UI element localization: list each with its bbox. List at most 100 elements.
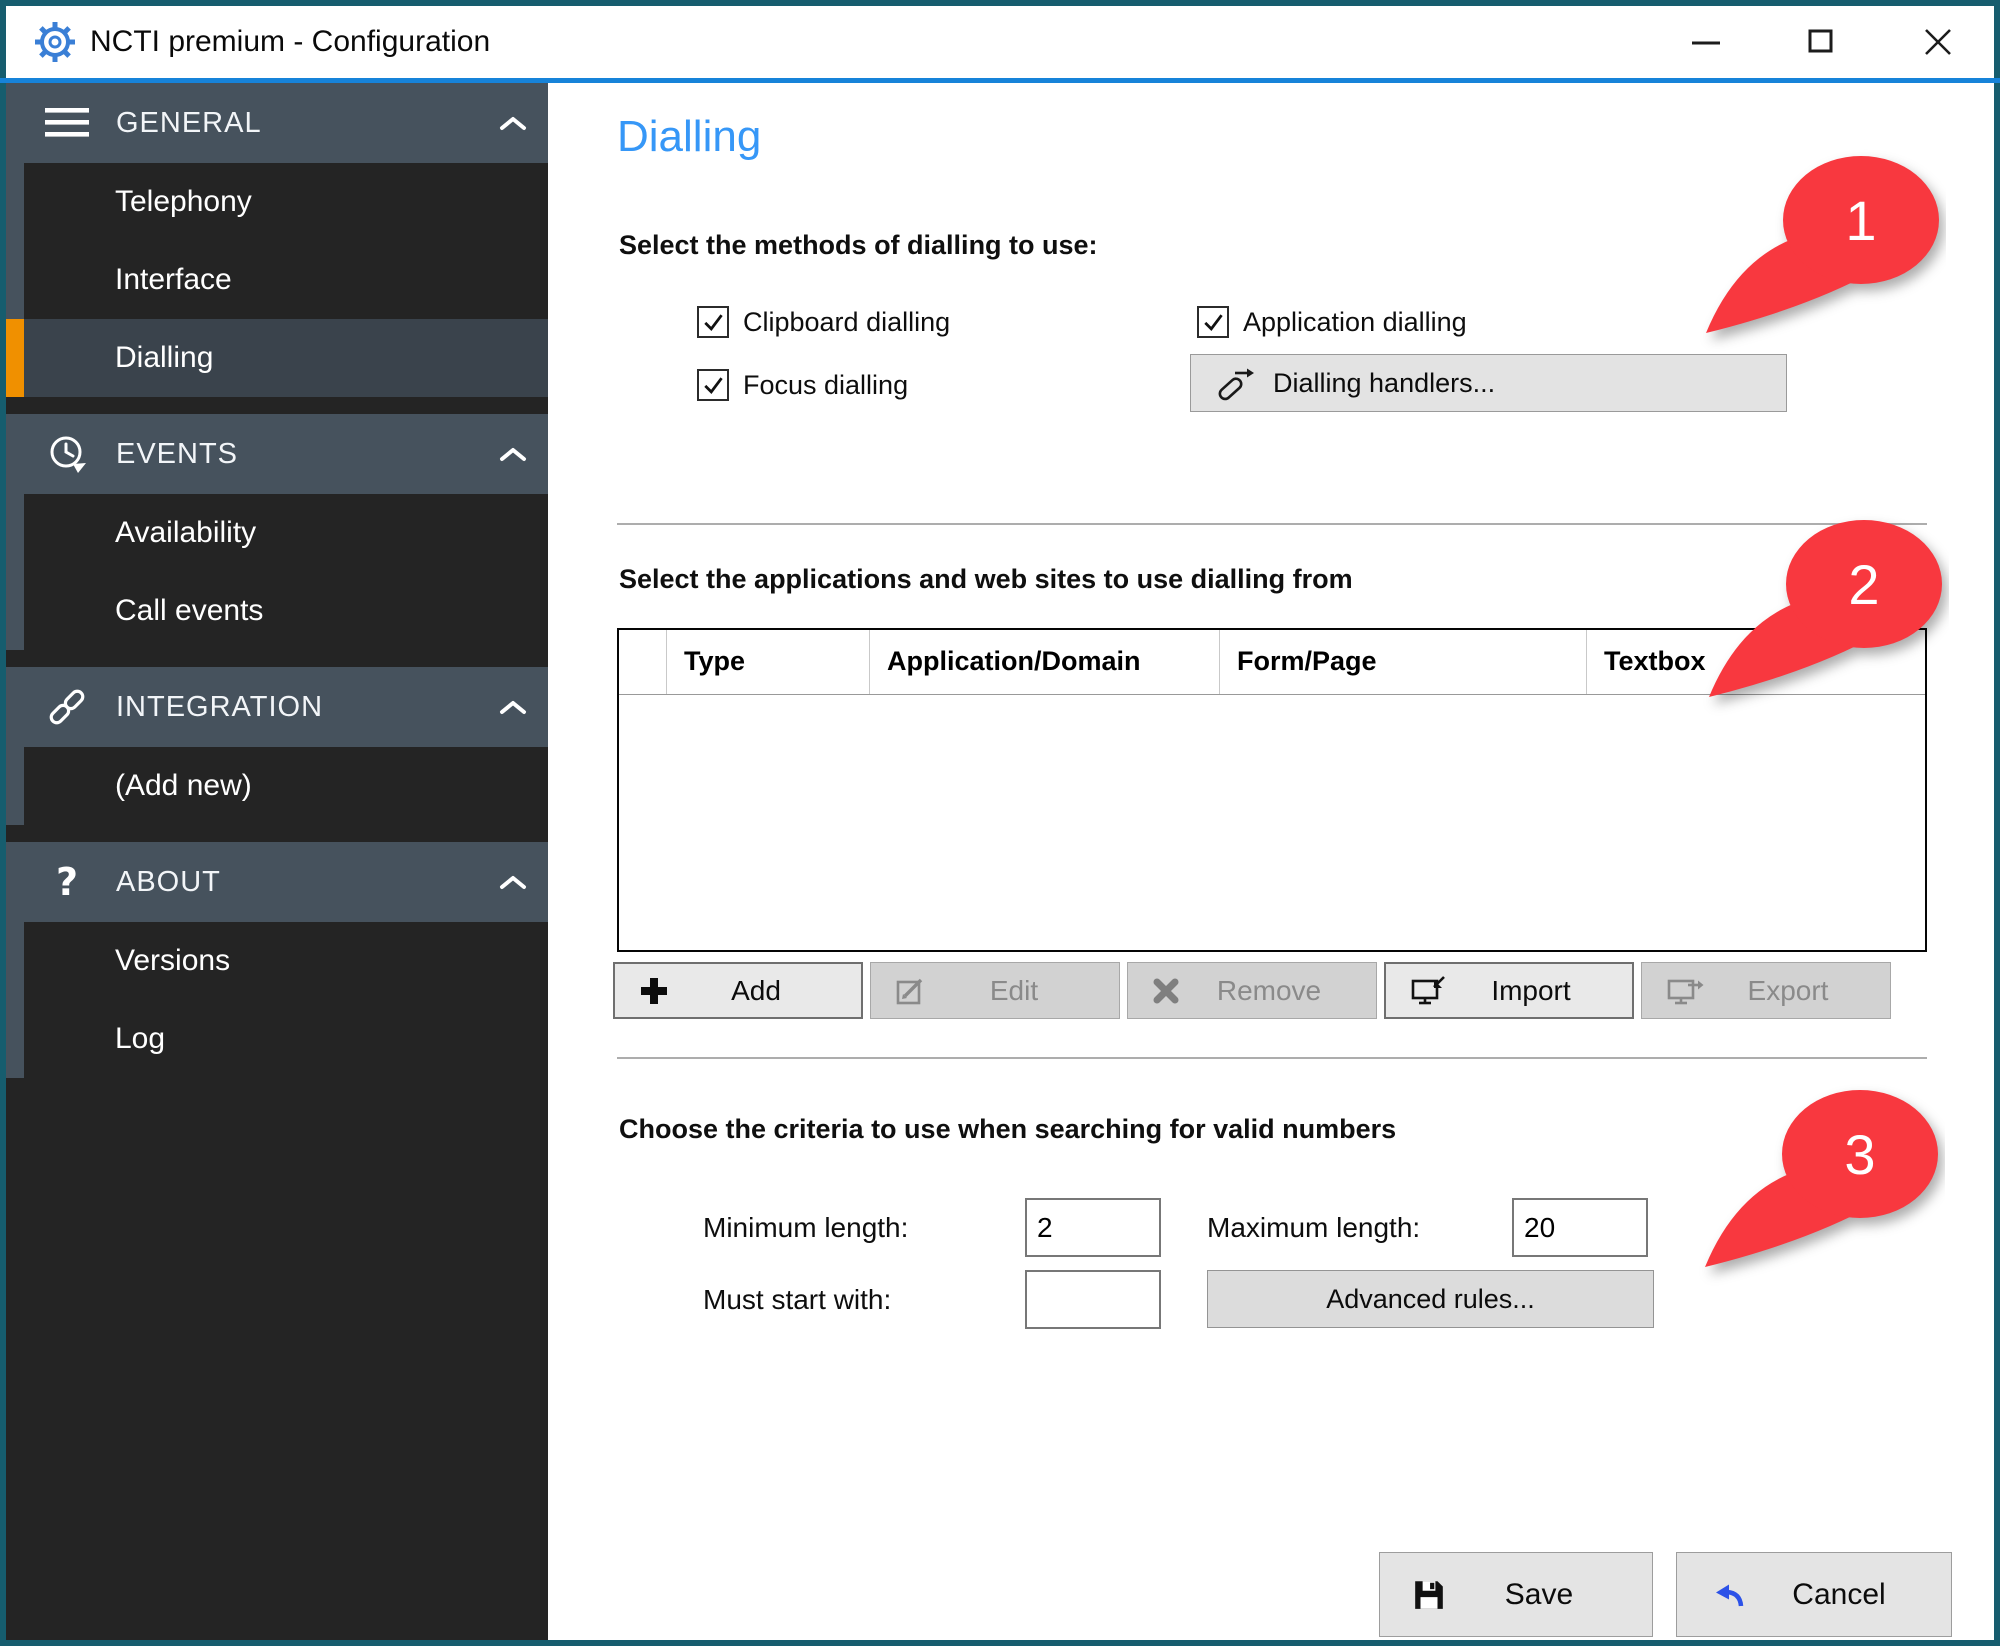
checkbox-label: Application dialling [1243,307,1467,338]
sidebar-section-integration[interactable]: INTEGRATION [6,667,548,747]
checkbox-checked-icon[interactable] [1197,306,1229,338]
button-label: Cancel [1747,1578,1931,1612]
sidebar-item-call-events[interactable]: Call events [24,572,548,650]
criteria-label: Choose the criteria to use when searchin… [619,1114,1396,1145]
section-label: ABOUT [116,866,221,899]
minimize-icon [1691,27,1721,57]
events-icon [42,431,92,477]
chevron-up-icon [498,698,528,721]
edit-button[interactable]: Edit [870,962,1120,1019]
column-header-type[interactable]: Type [667,630,870,694]
sidebar-gap [6,825,548,842]
button-label: Edit [927,975,1101,1007]
window-border-bottom [0,1640,2000,1646]
callout-number: 3 [1844,1123,1875,1186]
section-label: GENERAL [116,107,262,140]
window-border-right [1994,0,2000,1646]
import-icon [1410,975,1448,1007]
sidebar-group-integration: (Add new) [6,747,548,825]
sidebar-item-log[interactable]: Log [24,1000,548,1078]
close-icon [1923,27,1953,57]
maximize-icon [1806,27,1836,57]
sidebar-indent-strip [6,494,24,650]
sidebar-item-telephony[interactable]: Telephony [24,163,548,241]
maximum-length-label: Maximum length: [1207,1198,1420,1257]
sidebar-item-dialling[interactable]: Dialling [6,319,548,397]
sidebar-item-versions[interactable]: Versions [24,922,548,1000]
export-icon [1666,975,1704,1007]
must-start-with-label: Must start with: [703,1270,891,1329]
chevron-up-icon [498,873,528,896]
column-header-application-domain[interactable]: Application/Domain [870,630,1220,694]
sidebar-section-about[interactable]: ? ABOUT [6,842,548,922]
callout-number: 1 [1845,189,1876,252]
applications-table[interactable]: Type Application/Domain Form/Page Textbo… [617,628,1927,952]
chevron-up-icon [498,445,528,468]
checkbox-clipboard-dialling[interactable]: Clipboard dialling [697,306,950,338]
sidebar-item-interface[interactable]: Interface [24,241,548,319]
add-button[interactable]: Add [613,962,863,1019]
sidebar-indent-strip [6,922,24,1078]
section-label: INTEGRATION [116,691,323,724]
minimum-length-input[interactable] [1025,1198,1161,1257]
page-title: Dialling [617,112,761,162]
maximize-button[interactable] [1775,6,1867,78]
maximum-length-input[interactable] [1512,1198,1648,1257]
table-header: Type Application/Domain Form/Page Textbo… [619,630,1925,695]
column-header-blank[interactable] [619,630,667,694]
button-label: Export [1704,975,1872,1007]
column-header-form-page[interactable]: Form/Page [1220,630,1587,694]
callout-balloon-3: 3 [1605,1054,1945,1344]
button-label: Save [1446,1578,1632,1612]
checkbox-checked-icon[interactable] [697,306,729,338]
button-label: Dialling handlers... [1273,368,1495,399]
sidebar-group-events: Availability Call events [6,494,548,650]
checkbox-application-dialling[interactable]: Application dialling [1197,306,1467,338]
x-icon [1152,977,1180,1005]
pencil-icon [895,975,927,1007]
link-icon [42,684,92,730]
save-button[interactable]: Save [1379,1552,1653,1637]
window-title: NCTI premium - Configuration [90,6,490,78]
remove-button[interactable]: Remove [1127,962,1377,1019]
sidebar-group-about: Versions Log [6,922,548,1078]
question-icon: ? [42,859,92,905]
sidebar-gap [6,397,548,414]
column-header-textbox[interactable]: Textbox [1587,630,1925,694]
cancel-button[interactable]: Cancel [1676,1552,1952,1637]
sidebar-indent-strip [6,747,24,825]
phone-forward-icon [1215,364,1257,402]
sidebar-section-general[interactable]: GENERAL [6,83,548,163]
minimize-button[interactable] [1660,6,1752,78]
sidebar-item-availability[interactable]: Availability [24,494,548,572]
must-start-with-input[interactable] [1025,1270,1161,1329]
export-button[interactable]: Export [1641,962,1891,1019]
checkbox-label: Focus dialling [743,370,908,401]
sidebar-section-events[interactable]: EVENTS [6,414,548,494]
close-button[interactable] [1892,6,1984,78]
chevron-up-icon [498,114,528,137]
applications-label: Select the applications and web sites to… [619,564,1353,595]
button-label: Import [1448,975,1614,1007]
dialling-handlers-button[interactable]: Dialling handlers... [1190,354,1787,412]
methods-label: Select the methods of dialling to use: [619,230,1098,261]
sidebar-item-add-new[interactable]: (Add new) [24,747,548,825]
import-button[interactable]: Import [1384,962,1634,1019]
sidebar: GENERAL Telephony Interface Dialling EVE… [6,83,548,1640]
button-label: Advanced rules... [1326,1284,1535,1315]
menu-icon [42,100,92,146]
table-body-empty[interactable] [619,695,1925,950]
advanced-rules-button[interactable]: Advanced rules... [1207,1270,1654,1328]
undo-arrow-icon [1709,1579,1747,1611]
checkbox-checked-icon[interactable] [697,369,729,401]
button-label: Add [669,975,843,1007]
save-icon [1412,1578,1446,1612]
button-label: Remove [1180,975,1358,1007]
separator [617,1057,1927,1059]
sidebar-group-general: Telephony Interface Dialling [6,163,548,397]
minimum-length-label: Minimum length: [703,1198,908,1257]
plus-icon [639,976,669,1006]
configuration-window: NCTI premium - Configuration GENERAL [0,0,2000,1646]
gear-icon [32,19,78,65]
checkbox-focus-dialling[interactable]: Focus dialling [697,369,908,401]
